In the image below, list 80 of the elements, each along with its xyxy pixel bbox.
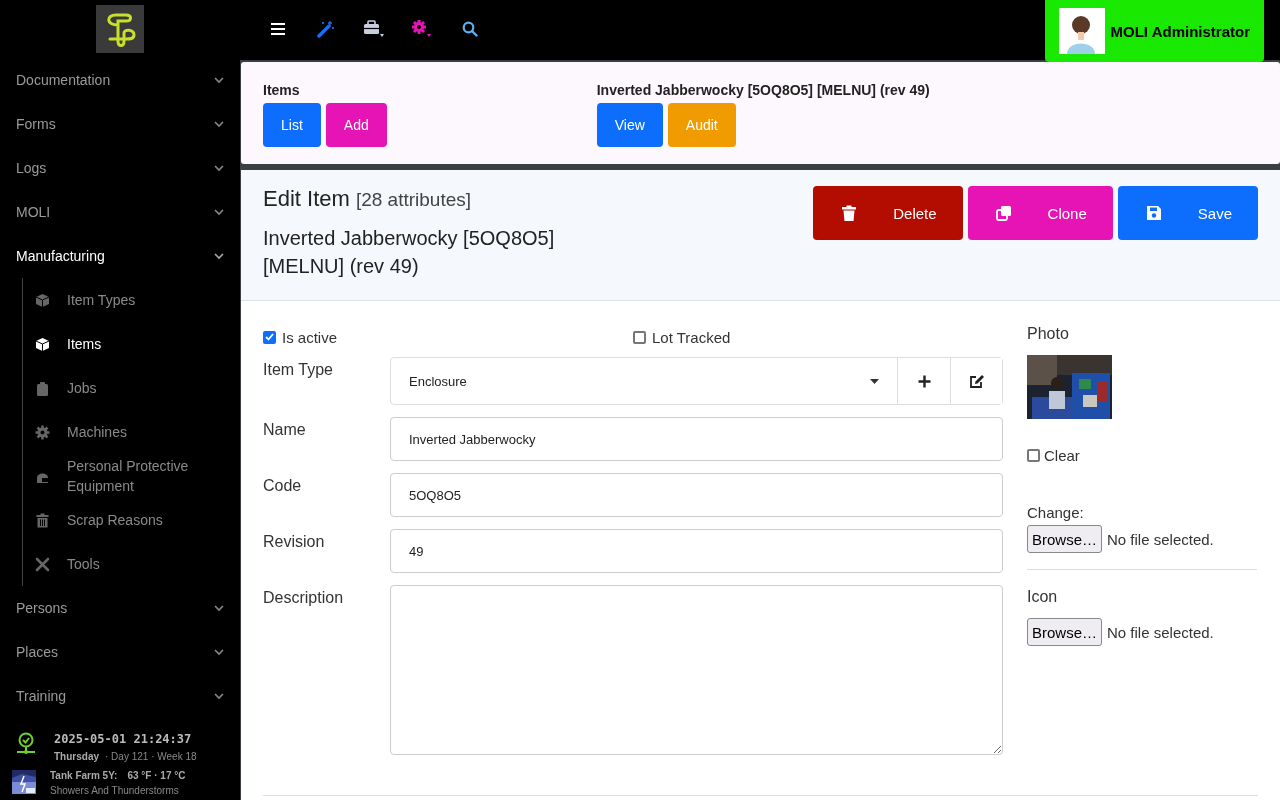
action-button[interactable]: Delete [813, 186, 963, 240]
nav-button[interactable]: Add [325, 103, 387, 147]
icon-label: Icon [1027, 588, 1059, 606]
magic-wand-icon[interactable] [317, 20, 335, 38]
input-field[interactable]: 49 [390, 529, 1003, 573]
action-button[interactable]: Save [1117, 186, 1258, 240]
field-label: Description [263, 588, 345, 608]
weather-location: Tank Farm 5Y: [50, 770, 118, 781]
edit-icon [968, 373, 985, 389]
sidebar-item[interactable]: Scrap Reasons [23, 498, 240, 542]
field-label: Code [263, 476, 303, 496]
page-title: Edit Item [28 attributes] [263, 186, 473, 212]
sidebar-item[interactable]: Items [23, 322, 240, 366]
day-week: · Day 121 · Week 18 [105, 751, 197, 762]
chevron-icon [214, 119, 224, 129]
sidebar-item[interactable]: Logs [0, 146, 240, 190]
weekday: Thursday [54, 751, 99, 762]
chevron-icon [214, 691, 224, 701]
checkbox[interactable] [263, 330, 276, 344]
toolbox-icon[interactable] [363, 19, 385, 39]
tools-icon [35, 556, 50, 572]
browse-button[interactable]: Browse… [1027, 525, 1103, 553]
search-icon[interactable] [462, 21, 478, 37]
location-pin-icon [16, 732, 36, 756]
input-field[interactable]: 5OQ8O5 [390, 473, 1003, 517]
sidebar-item[interactable]: MOLI [0, 190, 240, 234]
copy-icon [995, 205, 1012, 221]
gear-icon [35, 424, 50, 440]
sidebar-item[interactable]: Jobs [23, 366, 240, 410]
user-menu[interactable]: MOLI Administrator [1044, 0, 1264, 62]
checkbox-label: Clear [1044, 447, 1080, 464]
chevron-icon [214, 75, 224, 85]
chevron-icon [214, 647, 224, 657]
checkbox-label: Is active [282, 328, 338, 346]
chevron-icon [214, 251, 224, 261]
clock-time: 2025-05-01 21:24:37 [54, 732, 193, 746]
checkbox-label: Lot Tracked [652, 328, 731, 346]
chevron-icon [214, 603, 224, 613]
field-label: Item Type [263, 360, 334, 380]
field-label: Revision [263, 532, 326, 552]
browse-button[interactable]: Browse… [1027, 618, 1103, 646]
trash-icon [35, 512, 50, 528]
sidebar-item[interactable]: Manufacturing [0, 234, 240, 278]
weather-condition: Showers And Thunderstorms [50, 785, 180, 796]
photo-label: Photo [1027, 325, 1070, 343]
plus-icon [917, 374, 931, 388]
file-status: No file selected. [1107, 623, 1214, 641]
cube-icon [35, 292, 50, 308]
attribute-count: [28 attributes] [355, 189, 472, 210]
gear-icon[interactable] [411, 19, 433, 39]
menu-icon[interactable] [270, 21, 286, 37]
sidebar-item[interactable]: Item Types [23, 278, 240, 322]
sidebar-item[interactable]: Places [0, 630, 240, 674]
chevron-icon [214, 163, 224, 173]
nav-button[interactable]: List [263, 103, 321, 147]
file-status: No file selected. [1107, 530, 1214, 548]
sidebar-item[interactable]: Machines [23, 410, 240, 454]
sidebar-item[interactable]: Training [0, 674, 240, 718]
sidebar-item[interactable]: Personal Protective Equipment [23, 454, 240, 498]
checkbox[interactable] [633, 330, 646, 344]
nav-button[interactable]: View [596, 103, 663, 147]
temperature: 63 °F · 17 °C [127, 770, 186, 781]
checkbox[interactable] [1027, 449, 1040, 462]
sidebar-item[interactable]: Persons [0, 586, 240, 630]
cube-icon [35, 336, 50, 352]
action-button[interactable]: Clone [967, 186, 1113, 240]
caret-icon [870, 378, 879, 384]
group-title: Inverted Jabberwocky [5OQ8O5] [MELNU] (rev 49) [596, 82, 930, 98]
change-label: Change: [1027, 504, 1085, 521]
item-subtitle: Inverted Jabberwocky [5OQ8O5] [MELNU] (rev 49) [263, 226, 556, 279]
trash-icon [841, 205, 858, 221]
sidebar-item[interactable]: Documentation [0, 58, 240, 102]
field-label: Name [263, 420, 307, 440]
chevron-icon [214, 207, 224, 217]
sidebar-item[interactable]: Forms [0, 102, 240, 146]
edit-button[interactable] [950, 358, 1002, 404]
group-title: Items [263, 82, 301, 98]
clipboard-icon [35, 380, 50, 396]
sidebar-item[interactable]: Tools [23, 542, 240, 586]
input-field[interactable]: Inverted Jabberwocky [390, 417, 1003, 461]
